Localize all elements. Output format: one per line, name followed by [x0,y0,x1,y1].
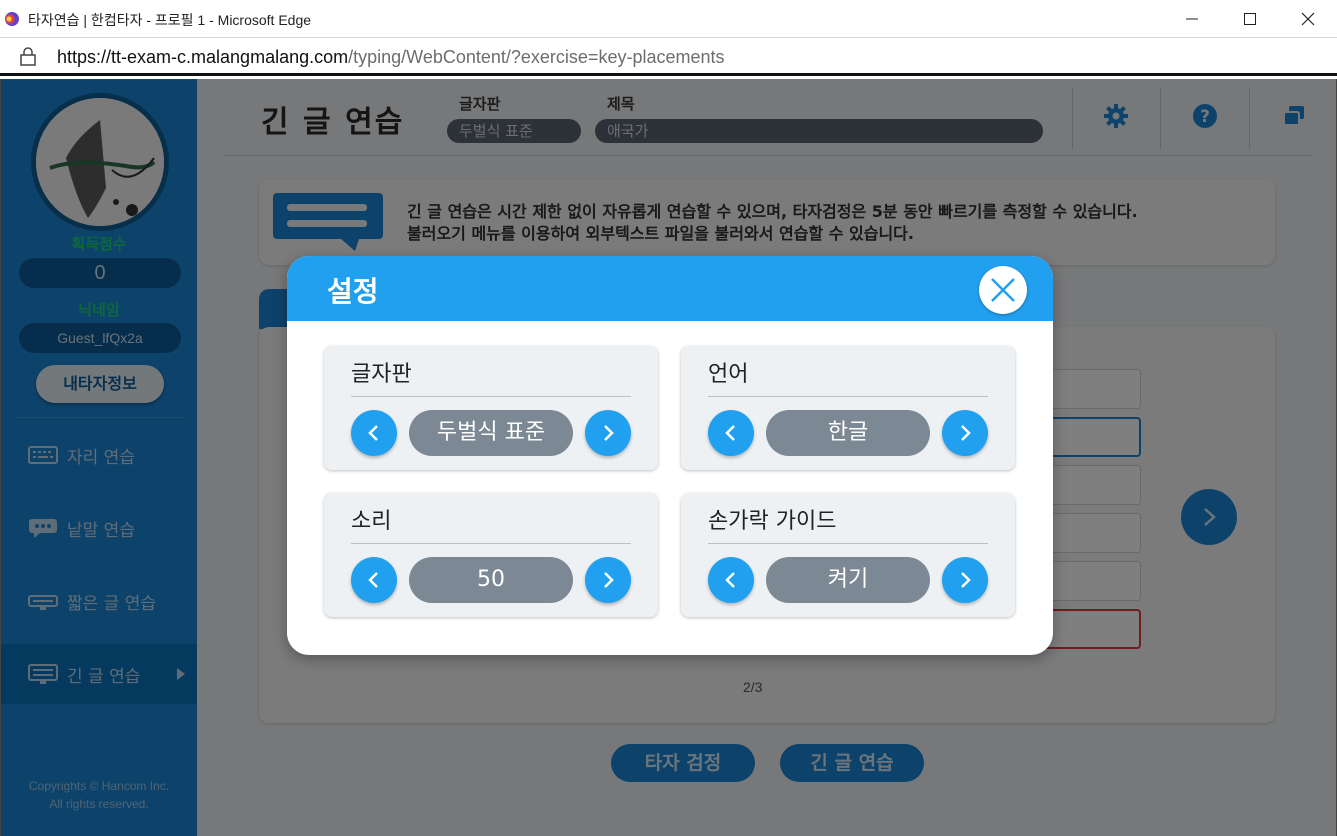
chevron-right-icon [604,572,614,588]
language-prev-button[interactable] [708,410,754,456]
layout-prev-button[interactable] [351,410,397,456]
close-window-button[interactable] [1279,0,1337,38]
language-value-pill: 한글 [766,410,930,456]
modal-header: 설정 [287,256,1053,321]
url-text[interactable]: https://tt-exam-c.malangmalang.com/typin… [57,47,725,68]
minimize-icon [1186,18,1198,20]
setting-card-language: 언어 한글 [681,346,1015,470]
layout-next-button[interactable] [585,410,631,456]
chevron-left-icon [725,425,735,441]
finger-guide-next-button[interactable] [942,557,988,603]
settings-modal: 설정 글자판 두벌식 표준 언어 한글 소리 50 손가락 가이드 켜기 [287,256,1053,655]
chevron-left-icon [368,425,378,441]
chevron-left-icon [725,572,735,588]
language-next-button[interactable] [942,410,988,456]
setting-title: 글자판 [351,362,412,387]
app-viewport: 획득점수 0 닉네임 Guest_lfQx2a 내타자정보 자리 연습 낱말 연… [0,79,1337,836]
chevron-right-icon [604,425,614,441]
modal-title: 설정 [327,275,379,308]
finger-guide-prev-button[interactable] [708,557,754,603]
setting-title: 소리 [351,509,392,534]
chevron-right-icon [961,572,971,588]
finger-guide-value-pill: 켜기 [766,557,930,603]
close-icon [1301,12,1315,26]
close-icon [991,278,1015,302]
address-bar[interactable]: https://tt-exam-c.malangmalang.com/typin… [0,38,1337,76]
window-titlebar: 타자연습 | 한컴타자 - 프로필 1 - Microsoft Edge [0,0,1337,38]
edge-app-icon [5,12,19,26]
setting-divider [351,543,631,544]
window-title: 타자연습 | 한컴타자 - 프로필 1 - Microsoft Edge [28,12,312,28]
setting-title: 손가락 가이드 [708,509,837,534]
url-path: /typing/WebContent/?exercise=key-placeme… [348,47,725,67]
chevron-left-icon [368,572,378,588]
minimize-button[interactable] [1163,0,1221,38]
setting-card-finger-guide: 손가락 가이드 켜기 [681,493,1015,617]
sound-next-button[interactable] [585,557,631,603]
setting-card-sound: 소리 50 [324,493,658,617]
sound-prev-button[interactable] [351,557,397,603]
maximize-icon [1244,13,1256,25]
modal-close-button[interactable] [979,266,1027,314]
layout-value-pill: 두벌식 표준 [409,410,573,456]
chevron-right-icon [961,425,971,441]
maximize-button[interactable] [1221,0,1279,38]
sound-value-pill: 50 [409,557,573,603]
setting-divider [708,543,988,544]
lock-icon [20,47,36,66]
setting-title: 언어 [708,362,749,387]
setting-divider [351,396,631,397]
url-host: https://tt-exam-c.malangmalang.com [57,47,349,67]
setting-card-layout: 글자판 두벌식 표준 [324,346,658,470]
setting-divider [708,396,988,397]
